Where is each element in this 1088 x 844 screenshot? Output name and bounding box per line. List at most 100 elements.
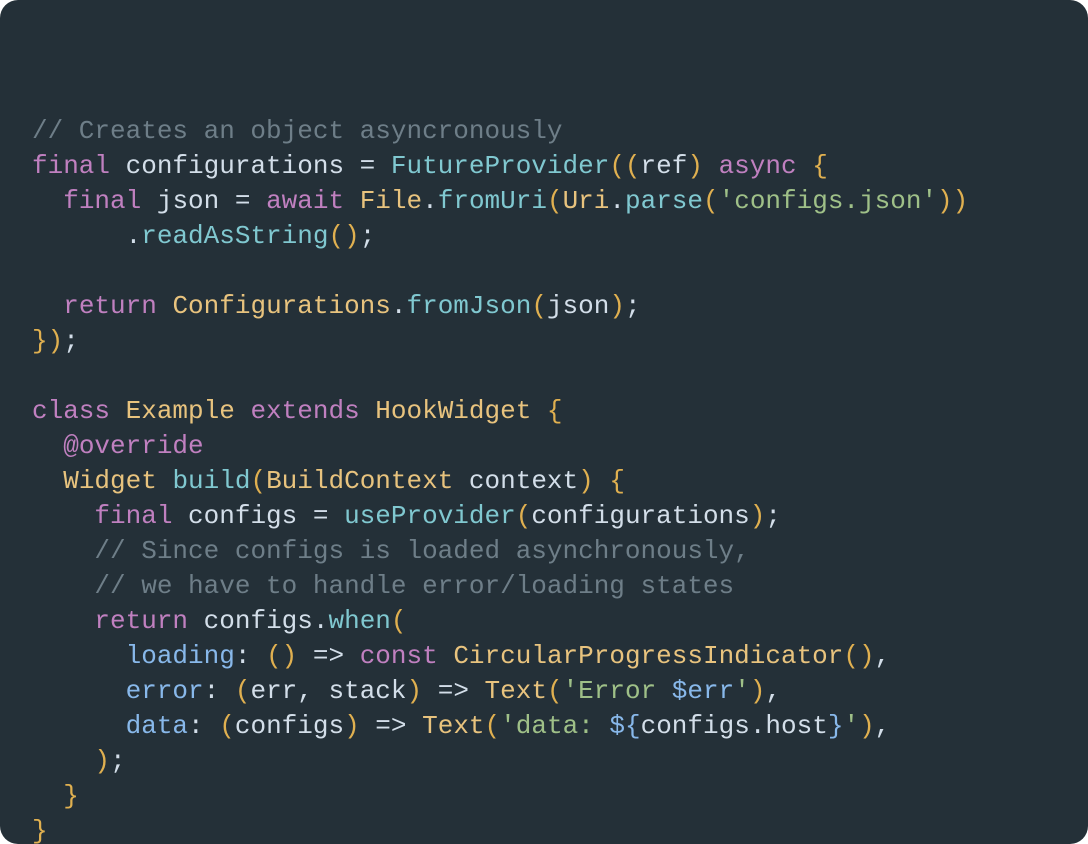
code-token: class <box>32 396 110 426</box>
code-token: ( <box>703 186 719 216</box>
code-line: } <box>32 814 1060 844</box>
code-line: return configs.when( <box>32 604 1060 639</box>
code-token <box>157 291 173 321</box>
code-line: final configurations = FutureProvider((r… <box>32 149 1060 184</box>
code-token: ) <box>407 676 423 706</box>
code-line: class Example extends HookWidget { <box>32 394 1060 429</box>
code-token: HookWidget <box>375 396 531 426</box>
code-token: } <box>63 781 79 811</box>
code-token: ) <box>344 711 360 741</box>
code-token: final <box>32 151 110 181</box>
code-line: } <box>32 779 1060 814</box>
code-token: }) <box>32 326 63 356</box>
code-token: Text <box>422 711 484 741</box>
code-token <box>344 186 360 216</box>
code-token: ) <box>859 711 875 741</box>
code-token: , <box>765 676 781 706</box>
code-token: { <box>609 466 625 496</box>
code-line <box>32 359 1060 394</box>
code-line: .readAsString(); <box>32 219 1060 254</box>
code-token: () <box>328 221 359 251</box>
code-token: return <box>94 606 188 636</box>
code-token <box>531 396 547 426</box>
code-token: ) <box>94 746 110 776</box>
code-token: build <box>172 466 250 496</box>
code-token: err <box>250 676 297 706</box>
code-token: @override <box>63 431 203 461</box>
code-token: host <box>765 711 827 741</box>
code-block[interactable]: // Creates an object asyncronouslyfinal … <box>32 114 1060 844</box>
code-token: Text <box>485 676 547 706</box>
code-token: when <box>328 606 390 636</box>
code-token: () <box>266 641 297 671</box>
code-line: // we have to handle error/loading state… <box>32 569 1060 604</box>
code-token: parse <box>625 186 703 216</box>
code-token <box>594 466 610 496</box>
code-token: CircularProgressIndicator <box>453 641 843 671</box>
code-line: Widget build(BuildContext context) { <box>32 464 1060 499</box>
code-token: configurations <box>126 151 344 181</box>
code-token: Widget <box>63 466 157 496</box>
code-token <box>453 466 469 496</box>
code-token: : <box>235 641 266 671</box>
code-token: () <box>843 641 874 671</box>
code-token: { <box>812 151 828 181</box>
code-token: // Since configs is loaded asynchronousl… <box>94 536 749 566</box>
code-line: ); <box>32 744 1060 779</box>
code-token: fromUri <box>438 186 547 216</box>
code-token: configs <box>204 606 313 636</box>
code-token <box>797 151 813 181</box>
code-token: = <box>297 501 344 531</box>
code-token <box>188 606 204 636</box>
code-token: data <box>126 711 188 741</box>
code-token: fromJson <box>407 291 532 321</box>
code-token: (( <box>609 151 640 181</box>
code-token: => <box>360 711 422 741</box>
code-token <box>703 151 719 181</box>
code-token: } <box>32 816 48 844</box>
code-token: ( <box>547 676 563 706</box>
code-token <box>360 396 376 426</box>
code-token: { <box>547 396 563 426</box>
code-token: = <box>219 186 266 216</box>
code-token <box>157 466 173 496</box>
code-token: ' <box>734 676 750 706</box>
code-line: error: (err, stack) => Text('Error $err'… <box>32 674 1060 709</box>
code-token: . <box>750 711 766 741</box>
code-token: final <box>63 186 141 216</box>
code-token: final <box>94 501 172 531</box>
code-token: 'data: <box>500 711 609 741</box>
code-token: ; <box>765 501 781 531</box>
code-token <box>110 151 126 181</box>
code-token: ; <box>625 291 641 321</box>
code-token: , <box>875 711 891 741</box>
code-token: => <box>297 641 359 671</box>
code-token: $err <box>672 676 734 706</box>
code-token: loading <box>126 641 235 671</box>
code-token: error <box>126 676 204 706</box>
code-token: FutureProvider <box>391 151 609 181</box>
code-token: const <box>360 641 438 671</box>
code-token: return <box>63 291 157 321</box>
code-token: 'configs.json' <box>719 186 937 216</box>
code-line: loading: () => const CircularProgressInd… <box>32 639 1060 674</box>
code-token: ( <box>516 501 532 531</box>
code-token: ) <box>578 466 594 496</box>
code-token: ref <box>641 151 688 181</box>
code-token: ( <box>250 466 266 496</box>
code-token: . <box>391 291 407 321</box>
code-token: . <box>609 186 625 216</box>
code-token: json <box>157 186 219 216</box>
code-token: context <box>469 466 578 496</box>
code-token: ( <box>531 291 547 321</box>
code-token: ; <box>110 746 126 776</box>
code-line: final json = await File.fromUri(Uri.pars… <box>32 184 1060 219</box>
code-token: ) <box>750 501 766 531</box>
code-token: configurations <box>531 501 749 531</box>
code-token <box>141 186 157 216</box>
code-line: return Configurations.fromJson(json); <box>32 289 1060 324</box>
code-token: stack <box>329 676 407 706</box>
code-token: = <box>344 151 391 181</box>
code-token: useProvider <box>344 501 516 531</box>
code-token: ( <box>391 606 407 636</box>
